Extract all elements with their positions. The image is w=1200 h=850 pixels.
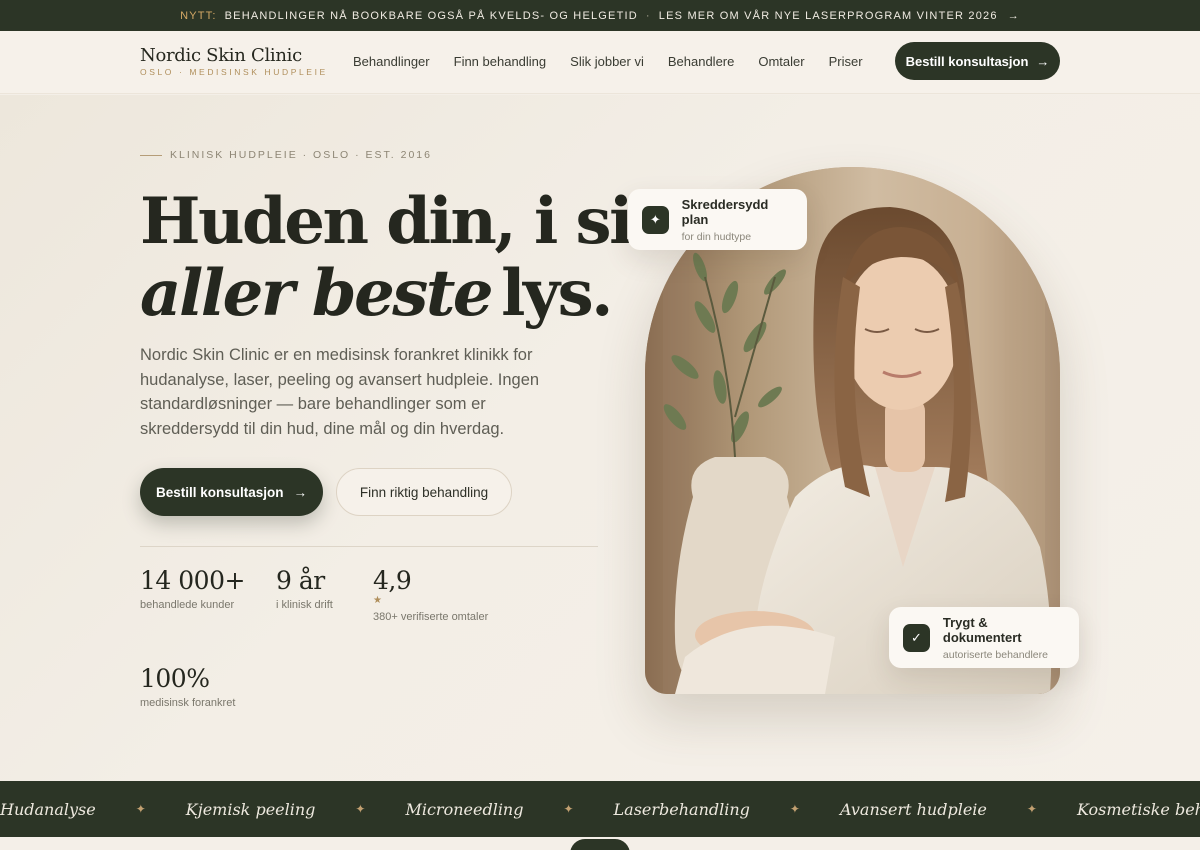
badge-title: Skreddersydd plan [681, 196, 769, 227]
brand-logo[interactable]: Nordic Skin Clinic OSLO · MEDISINSK HUDP… [140, 45, 328, 77]
hero-title: Huden din, i sitt aller beste lys. [140, 184, 688, 330]
main-menu: Behandlinger Finn behandling Slik jobber… [353, 54, 863, 69]
marquee-item: Laserbehandling [613, 799, 750, 819]
nav-item-slik-jobber-vi[interactable]: Slik jobber vi [570, 54, 644, 69]
sparkle-icon: ✦ [355, 802, 366, 816]
hero-lead: Nordic Skin Clinic er en medisinsk foran… [140, 346, 540, 438]
tailored-plan-badge: ✦ Skreddersydd plan for din hudtype [628, 189, 807, 250]
star-icon: ★ [373, 595, 382, 606]
badge-title: Trygt & dokumentert [942, 614, 1022, 645]
secondary-button-label: Finn riktig behandling [359, 484, 489, 500]
nav-item-finn-behandling[interactable]: Finn behandling [454, 54, 547, 69]
marquee-item: Kosmetiske behandlinger [1076, 799, 1200, 819]
eyebrow-text: KLINISK HUDPLEIE · OSLO · EST. 2016 [170, 149, 432, 161]
stat-label: behandlede kunder [140, 599, 235, 611]
arrow-right-icon[interactable]: → [1008, 10, 1020, 22]
badge-subtitle: for din hudtype [681, 230, 752, 243]
hero-title-line2: aller beste lys. [140, 258, 685, 330]
nav-item-priser[interactable]: Priser [829, 54, 863, 69]
stat-medical: 100% medisinsk forankret [140, 664, 235, 709]
primary-button-label: Bestill konsultasjon [155, 484, 284, 500]
sparkle-icon: ✦ [135, 802, 146, 816]
sparkle-icon: ✦ [789, 802, 800, 816]
sparkle-icon: ✦ [1026, 802, 1037, 816]
arrow-right-icon: → [1036, 53, 1050, 69]
arrow-right-icon: → [293, 484, 308, 500]
scroll-indicator[interactable] [570, 839, 630, 850]
hero-eyebrow: KLINISK HUDPLEIE · OSLO · EST. 2016 [140, 149, 432, 161]
marquee-item: Microneedling [405, 799, 524, 819]
stat-value: 4,9 [373, 566, 412, 595]
stat-label: 380+ verifiserte omtaler [373, 611, 489, 623]
check-icon: ✓ [903, 623, 930, 652]
stat-value: 100% [140, 664, 210, 693]
marquee-item: Kjemisk peeling [185, 799, 316, 819]
nav-cta-label: Bestill konsultasjon [905, 53, 1029, 69]
announcement-link[interactable]: LES MER OM VÅR NYE LASERPROGRAM VINTER 2… [659, 10, 998, 22]
marquee-item: Avansert hudpleie [839, 799, 987, 819]
sparkle-icon: ✦ [642, 205, 669, 234]
nav-item-omtaler[interactable]: Omtaler [758, 54, 804, 69]
stat-customers: 14 000+ behandlede kunder [140, 566, 245, 611]
sparkle-icon: ✦ [563, 802, 574, 816]
announcement-bar: NYTT: BEHANDLINGER NÅ BOOKBARE OGSÅ PÅ K… [0, 0, 1200, 31]
stat-years: 9 år i klinisk drift [276, 566, 333, 611]
nav-item-behandlinger[interactable]: Behandlinger [353, 54, 430, 69]
nav-item-behandlere[interactable]: Behandlere [668, 54, 735, 69]
brand-tagline: OSLO · MEDISINSK HUDPLEIE [140, 67, 328, 77]
announcement-separator: · [645, 9, 651, 22]
safe-documented-badge: ✓ Trygt & dokumentert autoriserte behand… [889, 607, 1079, 668]
announcement-message: BEHANDLINGER NÅ BOOKBARE OGSÅ PÅ KVELDS-… [224, 9, 638, 22]
stat-label: i klinisk drift [276, 599, 333, 611]
hero-title-emphasis: aller beste [140, 256, 494, 331]
eyebrow-line [140, 154, 162, 156]
book-consultation-button[interactable]: Bestill konsultasjon → [140, 468, 323, 516]
treatments-marquee: Hudanalyse ✦ Kjemisk peeling ✦ Microneed… [0, 781, 1200, 837]
announcement-tag: NYTT: [180, 9, 217, 22]
stat-value: 9 år [276, 566, 325, 595]
marquee-item: Hudanalyse [0, 799, 96, 819]
nav-book-consultation-button[interactable]: Bestill konsultasjon → [895, 42, 1060, 80]
stat-value: 14 000+ [140, 566, 245, 595]
find-treatment-button[interactable]: Finn riktig behandling [336, 468, 512, 516]
stat-rating: 4,9 ★ 380+ verifiserte omtaler [373, 566, 488, 623]
top-navigation: Nordic Skin Clinic OSLO · MEDISINSK HUDP… [0, 31, 1200, 94]
marquee-track: Hudanalyse ✦ Kjemisk peeling ✦ Microneed… [0, 781, 1200, 837]
stats-divider [140, 546, 598, 547]
hero-title-line1: Huden din, i sitt [140, 184, 688, 259]
stat-label: medisinsk forankret [140, 697, 236, 709]
brand-name[interactable]: Nordic Skin Clinic [140, 45, 328, 66]
badge-subtitle: autoriserte behandlere [942, 648, 1048, 661]
hero-title-rest: lys. [501, 256, 613, 331]
